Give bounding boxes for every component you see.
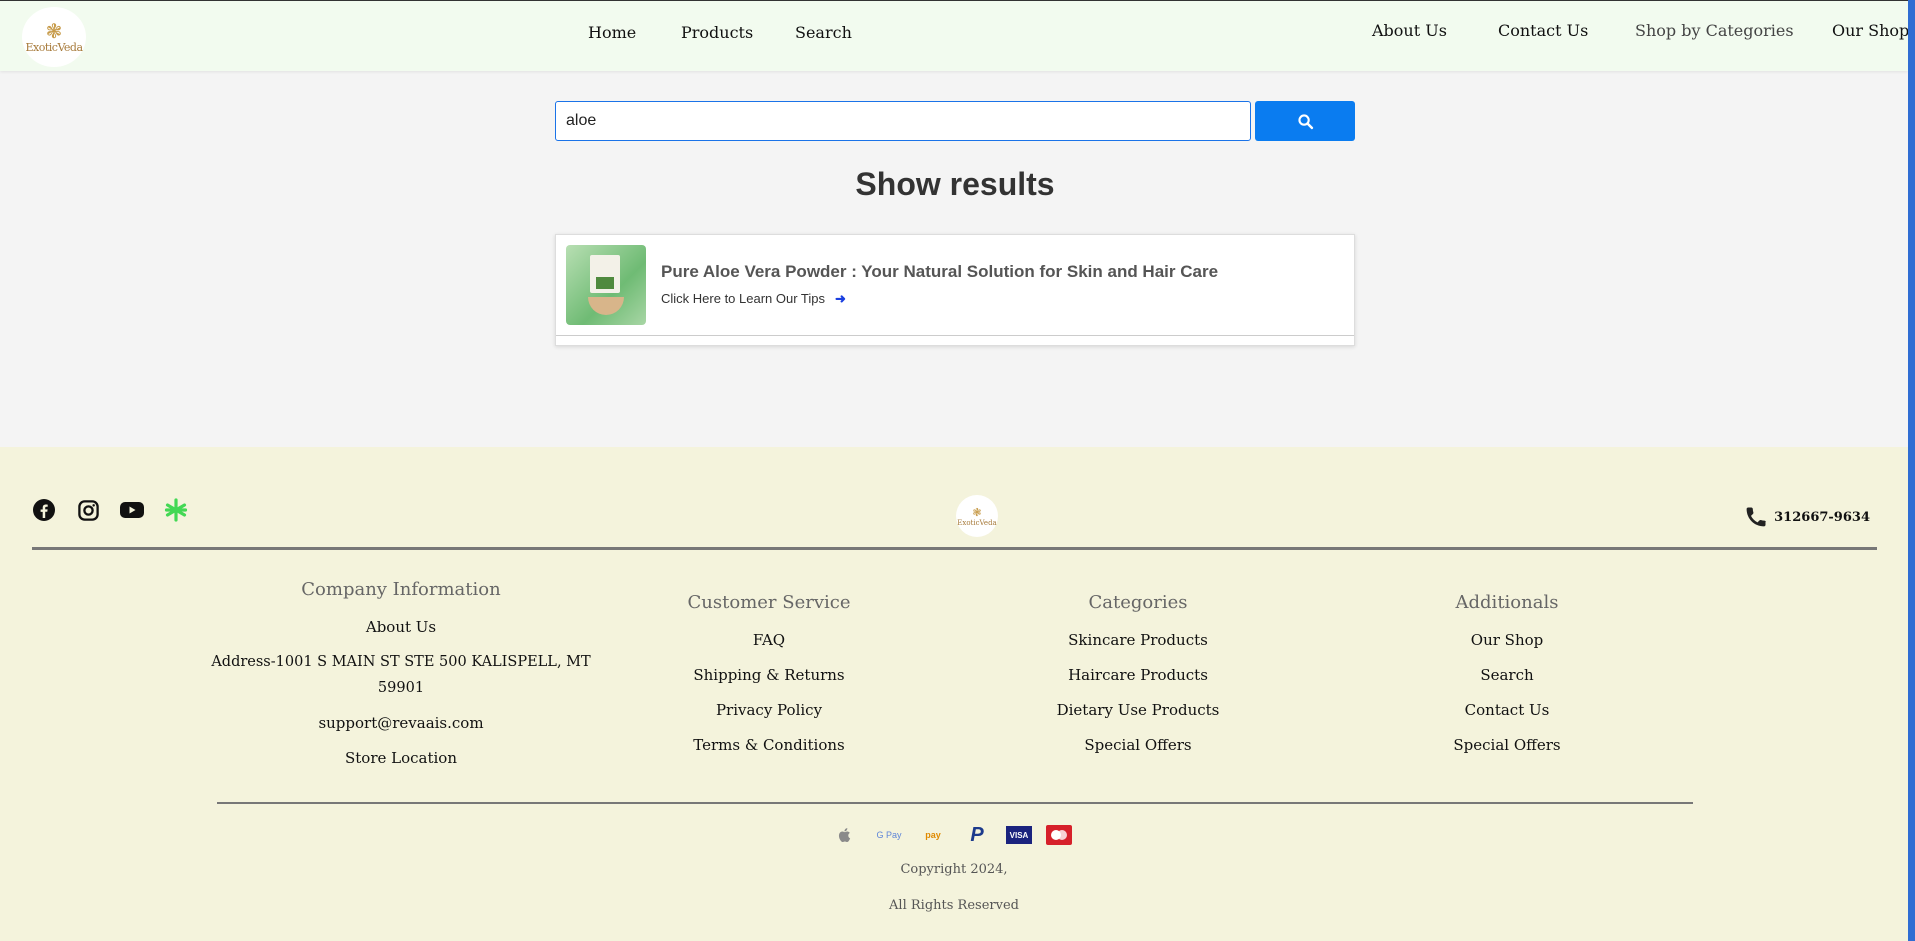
footer-divider-bottom xyxy=(217,802,1693,804)
phone-icon xyxy=(1746,507,1767,527)
results-title: Show results xyxy=(855,166,1055,202)
paypal-icon: P xyxy=(970,823,984,846)
footer-link-special-offers-2[interactable]: Special Offers xyxy=(1307,732,1707,758)
product-thumbnail xyxy=(566,245,646,325)
result-card[interactable]: Pure Aloe Vera Powder : Your Natural Sol… xyxy=(555,234,1355,346)
result-divider xyxy=(556,335,1354,336)
youtube-icon[interactable] xyxy=(119,497,145,523)
footer-link-haircare[interactable]: Haircare Products xyxy=(938,662,1338,688)
footer-heading-customer-service: Customer Service xyxy=(687,592,851,613)
nav-shop-by-categories[interactable]: Shop by Categories xyxy=(1635,21,1794,40)
nav-contact-us[interactable]: Contact Us xyxy=(1498,21,1588,40)
footer-address: Address-1001 S MAIN ST STE 500 KALISPELL… xyxy=(211,654,591,696)
footer-link-faq[interactable]: FAQ xyxy=(569,627,969,653)
result-tips-link[interactable]: Click Here to Learn Our Tips ➜ xyxy=(661,291,846,307)
footer-link-special-offers[interactable]: Special Offers xyxy=(938,732,1338,758)
nav-home[interactable]: Home xyxy=(588,23,636,42)
facebook-icon[interactable] xyxy=(31,497,57,523)
footer-column-customer-service: Customer Service FAQ Shipping & Returns … xyxy=(569,592,969,767)
copyright-text: Copyright 2024, xyxy=(900,862,1008,877)
phone-number: 312667-9634 xyxy=(1774,509,1870,525)
payment-methods: G Pay pay P VISA xyxy=(830,823,1072,846)
footer-link-our-shop[interactable]: Our Shop xyxy=(1307,627,1707,653)
linktree-icon[interactable] xyxy=(163,497,189,523)
footer-logo-text: ExoticVeda xyxy=(957,518,997,527)
footer-logo[interactable]: ❃ ExoticVeda xyxy=(956,495,998,537)
footer-heading-company: Company Information xyxy=(301,579,501,600)
footer-link-terms[interactable]: Terms & Conditions xyxy=(569,732,969,758)
footer-link-skincare[interactable]: Skincare Products xyxy=(938,627,1338,653)
footer-link-search[interactable]: Search xyxy=(1307,662,1707,688)
lotus-icon: ❃ xyxy=(972,505,982,519)
window-edge-bar xyxy=(1908,0,1915,941)
logo-text: ExoticVeda xyxy=(25,40,84,54)
instagram-icon[interactable] xyxy=(75,497,101,523)
footer-link-shipping-returns[interactable]: Shipping & Returns xyxy=(569,662,969,688)
footer-link-about-us[interactable]: About Us xyxy=(201,614,601,640)
nav-about-us[interactable]: About Us xyxy=(1372,21,1447,40)
visa-icon: VISA xyxy=(1006,826,1032,844)
nav-our-shop[interactable]: Our Shop xyxy=(1832,21,1909,40)
search-icon xyxy=(1297,113,1313,129)
result-link-text: Click Here to Learn Our Tips xyxy=(661,291,826,306)
amazon-pay-icon: pay xyxy=(925,830,941,840)
site-header: ❃ ExoticVeda Home Products Search About … xyxy=(0,0,1909,71)
mastercard-icon xyxy=(1046,825,1072,845)
rights-text: All Rights Reserved xyxy=(889,898,1019,913)
result-title[interactable]: Pure Aloe Vera Powder : Your Natural Sol… xyxy=(661,262,1218,282)
nav-search[interactable]: Search xyxy=(795,23,852,42)
footer-link-store-location[interactable]: Store Location xyxy=(201,745,601,771)
footer-divider-top xyxy=(32,547,1877,550)
footer-link-privacy-policy[interactable]: Privacy Policy xyxy=(569,697,969,723)
footer-heading-additionals: Additionals xyxy=(1455,592,1559,613)
footer-email[interactable]: support@revaais.com xyxy=(201,710,601,736)
footer-link-contact-us[interactable]: Contact Us xyxy=(1307,697,1707,723)
apple-pay-icon xyxy=(830,825,860,845)
lotus-icon: ❃ xyxy=(45,18,63,43)
nav-products[interactable]: Products xyxy=(681,23,753,42)
arrow-right-icon: ➜ xyxy=(835,291,846,306)
search-button[interactable] xyxy=(1255,101,1355,141)
footer-heading-categories: Categories xyxy=(1088,592,1188,613)
footer-link-dietary[interactable]: Dietary Use Products xyxy=(938,697,1338,723)
footer-column-company: Company Information About Us Address-100… xyxy=(201,579,601,780)
site-logo[interactable]: ❃ ExoticVeda xyxy=(22,7,86,67)
footer-column-additionals: Additionals Our Shop Search Contact Us S… xyxy=(1307,592,1707,767)
phone-contact[interactable]: 312667-9634 xyxy=(1744,505,1870,529)
site-footer: ❃ ExoticVeda 312667-9634 Company Informa… xyxy=(0,447,1908,941)
google-pay-icon: G Pay xyxy=(876,830,902,840)
search-input[interactable]: aloe xyxy=(555,101,1251,141)
footer-column-categories: Categories Skincare Products Haircare Pr… xyxy=(938,592,1338,767)
